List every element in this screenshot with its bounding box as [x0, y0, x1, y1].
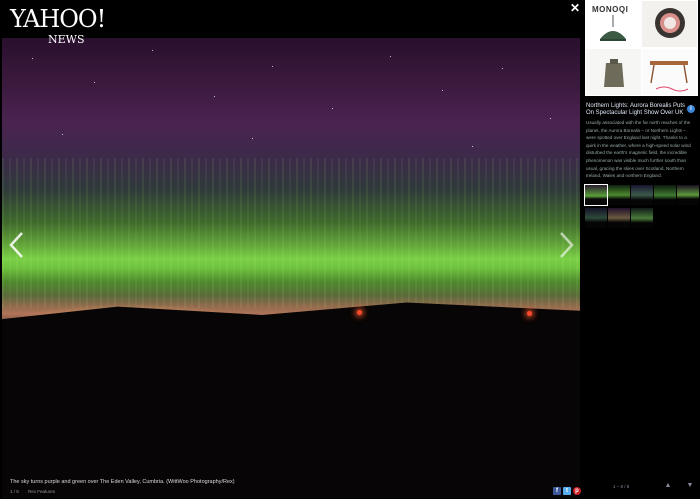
- desk-image: [642, 49, 697, 95]
- clock-image: [642, 1, 697, 47]
- thumbnail-1[interactable]: [584, 184, 608, 206]
- thumbnail-6[interactable]: [585, 208, 607, 228]
- next-photo-button[interactable]: [555, 230, 577, 260]
- ad-bag[interactable]: [586, 49, 641, 95]
- star: [550, 118, 551, 119]
- photo-credit: Rex Features: [28, 489, 56, 494]
- aurora-photo: [2, 38, 580, 498]
- thumbnail-5[interactable]: [677, 185, 699, 205]
- twitter-share-icon[interactable]: t: [563, 487, 571, 495]
- photo-counter-bar: 1 / 8 Rex Features: [10, 489, 63, 494]
- article-body: Usually associated with the far north re…: [586, 120, 691, 179]
- star: [332, 108, 333, 109]
- distant-light: [357, 310, 362, 315]
- pagination-indicator: 1 – 8 / 8: [613, 484, 630, 489]
- thumbnail-4[interactable]: [654, 185, 676, 205]
- close-button[interactable]: ✕: [569, 2, 581, 14]
- star: [214, 96, 215, 97]
- star: [272, 66, 273, 67]
- aurora-streaks: [2, 158, 580, 308]
- ad-lamp[interactable]: MONOQI: [586, 1, 641, 47]
- star: [94, 82, 95, 83]
- scroll-down-button[interactable]: ▼: [685, 481, 695, 491]
- yahoo-news-logo[interactable]: YAHOO! NEWS: [10, 5, 106, 46]
- hillside: [2, 302, 580, 498]
- photo-caption: The sky turns purple and green over The …: [10, 479, 235, 485]
- thumbnail-7[interactable]: [608, 208, 630, 228]
- ad-clock[interactable]: [642, 1, 697, 47]
- chevron-right-icon: [560, 232, 574, 258]
- advertisement[interactable]: MONOQI: [585, 0, 698, 96]
- distant-light: [527, 311, 532, 316]
- photo-counter: 1 / 8: [10, 489, 19, 494]
- logo-brand: YAHOO!: [10, 5, 106, 33]
- info-icon[interactable]: i: [687, 105, 695, 113]
- thumbnail-3[interactable]: [631, 185, 653, 205]
- chevron-left-icon: [9, 232, 23, 258]
- scroll-up-button[interactable]: ▲: [663, 481, 673, 491]
- pinterest-share-icon[interactable]: p: [573, 487, 581, 495]
- logo-sub: NEWS: [48, 33, 85, 46]
- article-title[interactable]: Northern Lights: Aurora Borealis Puts On…: [586, 103, 686, 117]
- star: [62, 134, 63, 135]
- star: [472, 146, 473, 147]
- previous-photo-button[interactable]: [6, 230, 28, 260]
- thumbnail-8[interactable]: [631, 208, 653, 228]
- star: [252, 138, 253, 139]
- star: [32, 58, 33, 59]
- sidebar: MONOQI Northern Lights: Aurora Borealis …: [583, 0, 700, 499]
- star: [442, 90, 443, 91]
- ad-brand: MONOQI: [592, 5, 629, 14]
- photo-viewer: YAHOO! NEWS The sky turns purple and gre…: [0, 0, 583, 499]
- bag-image: [586, 49, 641, 95]
- ad-desk[interactable]: [642, 49, 697, 95]
- star: [390, 56, 391, 57]
- star: [152, 50, 153, 51]
- thumbnail-2[interactable]: [608, 185, 630, 205]
- facebook-share-icon[interactable]: f: [553, 487, 561, 495]
- star: [502, 68, 503, 69]
